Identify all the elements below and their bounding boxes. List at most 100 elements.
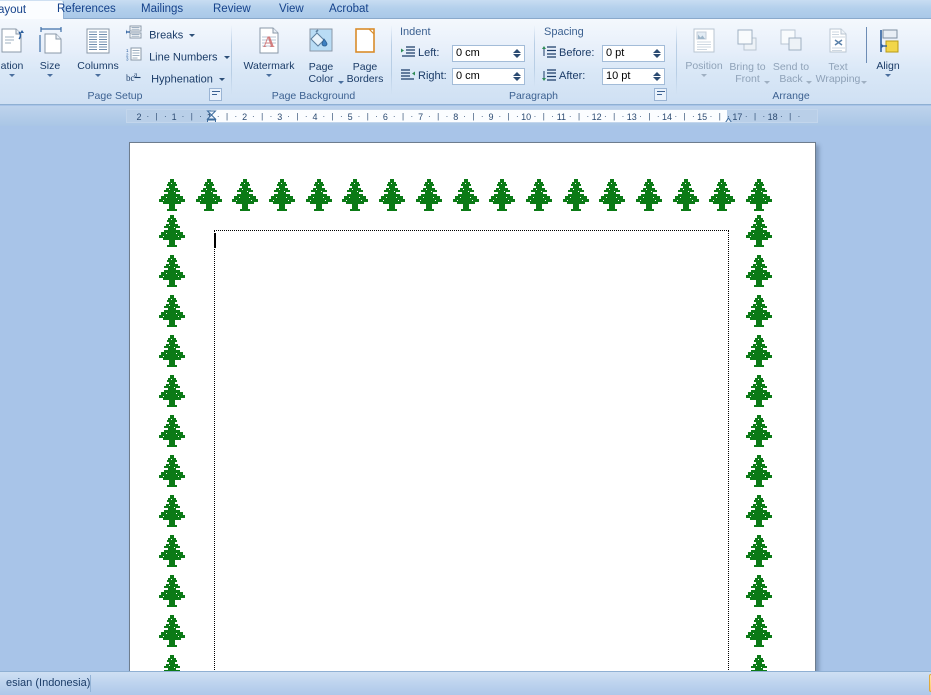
align-caret-icon[interactable] — [885, 74, 891, 77]
indent-right-spin-up-icon[interactable] — [513, 72, 521, 76]
pine-tree-icon — [488, 177, 516, 215]
orientation-caret-icon[interactable] — [9, 74, 15, 77]
ruler-dot-5: | — [329, 110, 337, 123]
ruler-minor-3: · — [250, 110, 256, 123]
send-to-back-icon — [770, 26, 812, 59]
watermark-icon: A — [238, 26, 300, 59]
paragraph-dialog-launcher[interactable] — [654, 88, 667, 101]
ruler-minor-9: · — [462, 110, 468, 123]
tab-mailings[interactable]: Mailings — [132, 0, 192, 19]
columns-caret-icon[interactable] — [95, 74, 101, 77]
pine-tree-icon — [745, 177, 773, 215]
indent-left-spin-down-icon[interactable] — [513, 54, 521, 58]
text-wrapping-button[interactable]: Text Wrapping — [811, 26, 865, 85]
spacing-before-spin-up-icon[interactable] — [653, 49, 661, 53]
line-numbers-button[interactable]: 1 2 3 Line Numbers — [126, 47, 230, 66]
language-indicator[interactable]: esian (Indonesia) — [0, 674, 96, 693]
spacing-before-field[interactable]: 0 pt — [602, 45, 665, 62]
page-borders-icon — [342, 26, 388, 59]
columns-button[interactable]: Columns — [72, 26, 124, 77]
pine-tree-icon — [158, 333, 186, 371]
columns-label: Columns — [77, 60, 118, 72]
spacing-before-spin-down-icon[interactable] — [653, 54, 661, 58]
svg-text:3: 3 — [126, 57, 129, 62]
hyphenation-caret-icon[interactable] — [219, 78, 225, 81]
breaks-caret-icon[interactable] — [189, 34, 195, 37]
spacing-after-spin-up-icon[interactable] — [653, 72, 661, 76]
hourglass-indent-marker[interactable] — [206, 110, 217, 123]
line-numbers-caret-icon[interactable] — [224, 56, 230, 59]
ruler-minor-4: · — [286, 110, 292, 123]
ruler-dot-3: | — [258, 110, 266, 123]
tab-review[interactable]: Review — [204, 0, 260, 19]
pine-tree-icon — [745, 573, 773, 611]
pine-tree-icon — [158, 253, 186, 291]
position-caret-icon[interactable] — [701, 74, 707, 77]
page-borders-label: Page Borders — [347, 61, 384, 85]
pine-tree-icon — [745, 653, 773, 671]
group-divider-1 — [231, 25, 232, 95]
tab-view[interactable]: View — [270, 0, 313, 19]
document-page[interactable] — [129, 142, 816, 671]
watermark-button[interactable]: A Watermark — [238, 26, 300, 77]
indent-left-spin-up-icon[interactable] — [513, 49, 521, 53]
triangle-indent-marker[interactable] — [723, 116, 734, 123]
indent-left-field[interactable]: 0 cm — [452, 45, 525, 62]
align-button[interactable]: Align — [869, 26, 907, 77]
breaks-button[interactable]: Breaks — [126, 25, 195, 44]
size-button[interactable]: Size — [30, 26, 70, 77]
spacing-after-spin-down-icon[interactable] — [653, 77, 661, 81]
pine-tree-icon — [745, 373, 773, 411]
size-label: Size — [40, 60, 60, 72]
breaks-label: Breaks — [149, 29, 183, 41]
tab-page-layout-label: ayout — [0, 4, 26, 16]
bring-to-front-button[interactable]: Bring to Front — [725, 26, 770, 85]
pine-tree-icon — [158, 373, 186, 411]
ruler-dot-2: | — [223, 110, 231, 123]
send-to-back-button[interactable]: Send to Back — [770, 26, 812, 85]
indent-right-label: Right: — [418, 68, 447, 85]
horizontal-ruler[interactable]: 2|··1|··1|··2|··3|··4|··5|··6|··7|··8|··… — [126, 109, 818, 123]
group-paragraph: Indent Spacing Left: 0 cm Right: 0 cm — [396, 21, 671, 103]
ruler-dot-10: | — [505, 110, 513, 123]
pine-tree-icon — [745, 213, 773, 251]
tab-references[interactable]: References — [48, 0, 125, 19]
spacing-heading: Spacing — [544, 26, 584, 38]
status-bar: esian (Indonesia) — [0, 671, 931, 695]
watermark-label: Watermark — [244, 60, 295, 72]
position-button[interactable]: Position — [681, 26, 727, 77]
ruler-minor-7: · — [391, 110, 397, 123]
page-color-label: Page Color — [308, 61, 333, 85]
ruler-dot-1: | — [188, 110, 196, 123]
tab-view-label: View — [279, 3, 304, 15]
pine-tree-icon — [745, 253, 773, 291]
ruler-minor-18: · — [778, 110, 784, 123]
arrange-inner-divider — [866, 27, 867, 63]
pine-tree-icon — [745, 333, 773, 371]
pine-tree-icon — [158, 413, 186, 451]
pine-tree-icon — [305, 177, 333, 215]
watermark-caret-icon[interactable] — [266, 74, 272, 77]
indent-right-field[interactable]: 0 cm — [452, 68, 525, 85]
spacing-after-field[interactable]: 10 pt — [602, 68, 665, 85]
size-caret-icon[interactable] — [47, 74, 53, 77]
hyphenation-button[interactable]: bc a Hyphenation — [126, 69, 225, 88]
position-icon — [681, 26, 727, 59]
tab-acrobat[interactable]: Acrobat — [320, 0, 378, 19]
page-borders-button[interactable]: Page Borders — [342, 26, 388, 85]
group-page-setup: ation Size — [0, 21, 230, 103]
spacing-before-icon — [542, 46, 556, 61]
pine-tree-icon — [745, 413, 773, 451]
ruler-minor-14: · — [638, 110, 644, 123]
indent-right-spin-down-icon[interactable] — [513, 77, 521, 81]
text-wrapping-label: Text Wrapping — [816, 61, 861, 85]
spacing-after-value: 10 pt — [606, 69, 630, 84]
group-arrange: Position Bring to Front Send to Back — [681, 21, 931, 103]
pine-tree-icon — [415, 177, 443, 215]
text-wrapping-caret-icon[interactable] — [861, 81, 867, 84]
group-divider-2 — [391, 25, 392, 95]
page-color-button[interactable]: Page Color — [300, 26, 342, 85]
indent-right-value: 0 cm — [456, 69, 480, 84]
text-caret — [214, 233, 216, 248]
page-setup-dialog-launcher[interactable] — [209, 88, 222, 101]
